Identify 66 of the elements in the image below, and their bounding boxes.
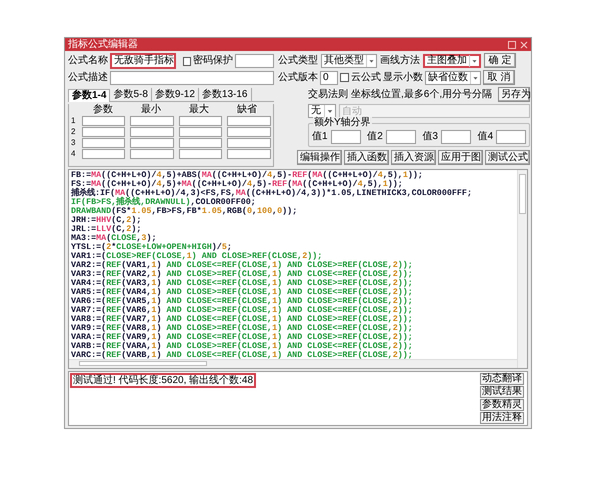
method-dropdown[interactable]: 主图叠加	[423, 54, 481, 68]
code-line: MA3:=MA(CLOSE,3);	[71, 234, 156, 243]
dialog-button[interactable]: 动态翻译	[480, 373, 524, 385]
dialog-button[interactable]: 插入资源	[391, 150, 436, 165]
dialog-button[interactable]: 测试结果	[480, 386, 524, 398]
dialog-button[interactable]: 插入函数	[344, 150, 390, 165]
field-label: 交易法则	[308, 88, 348, 100]
code-line: VARB:=(REF(VARA,1) AND CLOSE>=REF(CLOSE,1) AND CLOSE<=REF(CLOSE,2));	[71, 342, 413, 351]
column-header: 最大	[188, 104, 210, 115]
code-line: DRAWBAND(FS*1.05,FB>FS,FB*1.05,RGB(0,100,0));	[71, 207, 298, 216]
code-line: VAR3:=(REF(VAR2,1) AND CLOSE>=REF(CLOSE,1) AND CLOSE<=REF(CLOSE,2));	[71, 270, 413, 279]
name-field[interactable]: 无敌骑手指标	[110, 53, 176, 69]
field-label: 公式名称	[68, 55, 108, 67]
version-field[interactable]: 0	[320, 70, 338, 84]
code-line: IF(FB>FS,捕杀线,DRAWNULL),COLOR00FF00;	[71, 198, 256, 207]
code-line: VAR6:=(REF(VAR5,1) AND CLOSE<=REF(CLOSE,1) AND CLOSE>=REF(CLOSE,2));	[71, 297, 413, 306]
column-header: 参数	[92, 104, 114, 115]
type-dropdown[interactable]: 其他类型	[321, 54, 377, 68]
code-line: VAR1:=(CLOSE>REF(CLOSE,1) AND CLOSE>REF(CLOSE,2));	[71, 252, 322, 261]
row-number: 4	[71, 148, 76, 158]
code-line: FB:=MA((C+H+L+O)/4,5)+ABS(MA((C+H+L+O)/4,5)-REF(MA((C+H+L+O)/4,5),1));	[71, 171, 423, 180]
row-number: 1	[71, 116, 76, 126]
code-line: VAR2:=(REF(VAR1,1) AND CLOSE<=REF(CLOSE,1) AND CLOSE>=REF(CLOSE,2));	[71, 261, 413, 270]
field-label: 云公式	[351, 72, 381, 84]
group-title: 额外Y轴分界	[313, 117, 372, 129]
code-line: VAR4:=(REF(VAR3,1) AND CLOSE<=REF(CLOSE,1) AND CLOSE>=REF(CLOSE,2));	[71, 279, 413, 288]
field-label: 公式描述	[68, 72, 108, 84]
code-line: VAR8:=(REF(VAR7,1) AND CLOSE<=REF(CLOSE,1) AND CLOSE>=REF(CLOSE,2));	[71, 315, 413, 324]
code-line: VAR9:=(REF(VAR8,1) AND CLOSE>=REF(CLOSE,1) AND CLOSE<=REF(CLOSE,2));	[71, 324, 413, 333]
dialog-button[interactable]: 取 消	[483, 70, 515, 85]
dialog-button[interactable]: 应用于图	[438, 150, 484, 165]
dialog-button[interactable]: 用法注释	[480, 412, 524, 424]
rule-dropdown[interactable]: 无	[308, 104, 336, 118]
field-label: 公式类型	[278, 54, 318, 66]
decimals-dropdown[interactable]: 缺省位数	[425, 70, 481, 84]
dialog-button[interactable]: 参数精灵	[480, 399, 524, 411]
code-line: VAR7:=(REF(VAR6,1) AND CLOSE>=REF(CLOSE,1) AND CLOSE<=REF(CLOSE,2));	[71, 306, 413, 315]
code-line: YTSL:=(2*CLOSE+LOW+OPEN+HIGH)/5;	[71, 243, 232, 252]
field-label: 画线方法	[380, 54, 420, 66]
window-title: 指标公式编辑器	[68, 38, 139, 50]
field-label: 公式版本	[278, 72, 318, 84]
field-label: 值2	[367, 130, 383, 142]
field-label: 值3	[422, 130, 438, 142]
column-header: 缺省	[236, 104, 258, 115]
param-tab[interactable]: 参数1-4	[68, 89, 110, 102]
row-number: 3	[71, 138, 76, 148]
code-line: VAR5:=(REF(VAR4,1) AND CLOSE>=REF(CLOSE,1) AND CLOSE<=REF(CLOSE,2));	[71, 288, 413, 297]
axis-field[interactable]: 自动	[339, 104, 530, 118]
field-label: 值1	[312, 130, 328, 142]
hint-text: 坐标线位置,最多6个,用分号分隔	[351, 88, 492, 100]
status-message: 测试通过! 代码长度:5620, 输出线个数:48	[70, 373, 256, 388]
dialog-button[interactable]: 测试公式	[485, 150, 530, 165]
code-line: VARA:=(REF(VAR9,1) AND CLOSE<=REF(CLOSE,1) AND CLOSE>=REF(CLOSE,2));	[71, 333, 413, 342]
column-header: 最小	[140, 104, 162, 115]
dialog-button[interactable]: 确 定	[484, 53, 516, 68]
code-line: VARC:=(REF(VARB,1) AND CLOSE<=REF(CLOSE,1) AND CLOSE>=REF(CLOSE,2));	[71, 351, 413, 360]
code-line: JRH:=HHV(C,2);	[71, 216, 142, 225]
code-line: JRL:=LLV(C,2);	[71, 225, 142, 234]
row-number: 2	[71, 126, 76, 136]
field-label: 密码保护	[192, 55, 233, 67]
code-line: 捕杀线:IF(MA((C+H+L+O)/4,3)<FS,FS,MA((C+H+L+O)/4,3))*1.05,LINETHICK3,COLOR000FFF;	[71, 189, 472, 198]
field-label: 值4	[478, 130, 494, 142]
dialog-button[interactable]: 另存为	[498, 87, 530, 102]
dialog-button[interactable]: 编辑操作	[297, 150, 342, 165]
field-label: 显示小数	[383, 72, 423, 84]
code-line: FS:=MA((C+H+L+O)/4,5)+MA((C+H+L+O)/4,5)-REF(MA((C+H+L+O)/4,5),1));	[71, 180, 403, 189]
